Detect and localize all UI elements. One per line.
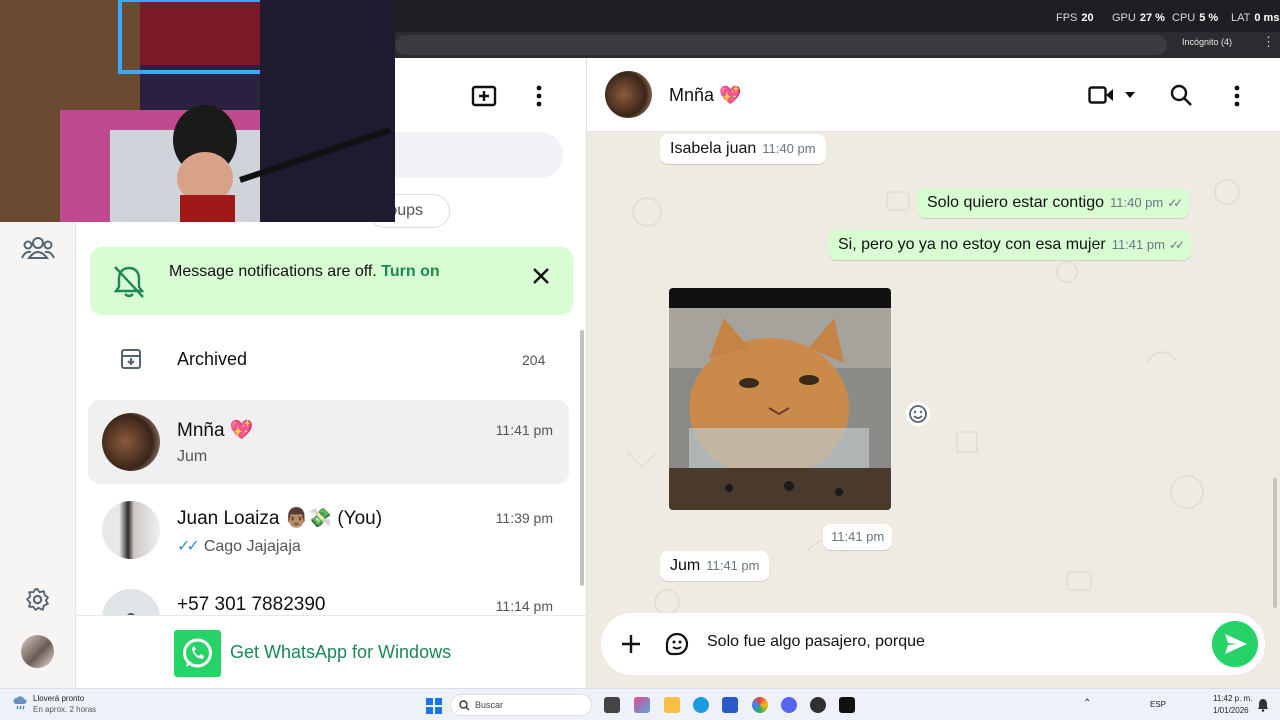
send-icon — [1225, 634, 1247, 654]
language-indicator[interactable]: ESP — [1150, 700, 1166, 709]
obs-icon[interactable] — [810, 697, 826, 713]
send-button[interactable] — [1212, 621, 1258, 667]
chrome-icon[interactable] — [752, 697, 768, 713]
archive-icon — [121, 349, 141, 369]
message-out[interactable]: Si, pero yo ya no estoy con esa mujer 11:… — [828, 230, 1192, 260]
message-in[interactable]: Jum 11:41 pm — [660, 551, 770, 581]
chevron-down-icon[interactable] — [1125, 92, 1135, 98]
lat-stat: LAT 0 ms — [1231, 12, 1280, 24]
taskbar-search-placeholder: Buscar — [475, 700, 504, 710]
contact-avatar[interactable] — [605, 71, 652, 118]
new-chat-icon[interactable] — [471, 83, 497, 107]
webcam-overlay — [0, 0, 395, 222]
notification-banner: Message notifications are off. Turn on — [90, 247, 573, 315]
chat-time: 11:41 pm — [495, 422, 553, 438]
get-whatsapp-label: Get WhatsApp for Windows — [230, 642, 452, 662]
settings-gear-icon[interactable] — [25, 587, 50, 612]
bell-off-icon — [113, 266, 145, 298]
chat-preview: Jum — [177, 448, 208, 465]
delivered-ticks-icon: ✓✓ — [1168, 238, 1185, 252]
windows-taskbar: Lloverá pronto En aprox. 2 horas Buscar … — [0, 688, 1280, 720]
task-view-icon[interactable] — [604, 697, 620, 713]
read-ticks-icon: ✓✓ — [177, 538, 200, 555]
chat-time: 11:39 pm — [495, 510, 553, 526]
attach-plus-icon[interactable] — [621, 634, 641, 654]
chat-preview: ✓✓ Cago Jajajaja — [177, 538, 301, 555]
copilot-icon[interactable] — [634, 697, 650, 713]
turn-on-link[interactable]: Turn on — [381, 263, 439, 280]
weather-subtitle: En aprox. 2 horas — [33, 705, 97, 714]
composer-text[interactable]: Solo fue algo pasajero, porque — [707, 633, 925, 651]
chat-time: 11:14 pm — [495, 598, 553, 614]
taskbar-search[interactable]: Buscar — [450, 694, 592, 716]
avatar — [102, 413, 160, 471]
archived-row[interactable]: Archived 204 — [76, 328, 586, 390]
cat-sticker[interactable] — [669, 288, 891, 510]
message-out[interactable]: Solo quiero estar contigo 11:40 pm ✓✓ — [917, 188, 1190, 218]
chat-row-mnna[interactable]: Mnña 💖 11:41 pm Jum — [88, 400, 569, 484]
tray-chevron-up-icon[interactable]: ⌃ — [1083, 698, 1091, 709]
notification-bell-icon[interactable] — [1257, 698, 1269, 712]
chat-name: Juan Loaiza 👨🏽💸 (You) — [177, 508, 383, 529]
communities-icon[interactable] — [21, 236, 55, 260]
store-icon[interactable] — [722, 697, 738, 713]
conversation-header: Mnña 💖 — [587, 58, 1280, 132]
sticker-icon[interactable] — [664, 631, 690, 657]
tiktok-icon[interactable] — [839, 697, 855, 713]
discord-icon[interactable] — [781, 697, 797, 713]
whatsapp-logo-icon — [174, 630, 221, 677]
notification-text: Message notifications are off. Turn on — [169, 263, 440, 280]
chat-list-scrollbar[interactable] — [580, 330, 584, 586]
sticker-timestamp: 11:41 pm — [823, 524, 893, 550]
react-emoji-icon[interactable] — [905, 401, 931, 427]
archived-label: Archived — [177, 349, 248, 369]
weather-title[interactable]: Lloverá pronto — [33, 694, 84, 703]
search-icon — [459, 700, 470, 711]
fps-stat: FPS 20 — [1056, 12, 1094, 24]
avatar — [102, 501, 160, 559]
edge-icon[interactable] — [693, 697, 709, 713]
message-composer: Solo fue algo pasajero, porque — [601, 613, 1265, 675]
chat-row-juan[interactable]: Juan Loaiza 👨🏽💸 (You) 11:39 pm ✓✓ Cago Ja… — [88, 488, 569, 572]
browser-menu-icon[interactable]: ⋮ — [1262, 34, 1275, 50]
address-field[interactable] — [395, 35, 1167, 55]
clock-time[interactable]: 11:42 p. m. — [1213, 694, 1252, 703]
chat-name: +57 301 7882390 — [177, 594, 326, 615]
conversation-scrollbar[interactable] — [1273, 478, 1277, 608]
gpu-stat: GPU 27 % — [1112, 12, 1165, 24]
cpu-stat: CPU 5 % — [1172, 12, 1219, 24]
search-icon[interactable] — [1170, 84, 1192, 106]
conversation-menu-icon[interactable] — [1233, 85, 1241, 107]
windows-start-icon[interactable] — [426, 698, 442, 714]
clock-date[interactable]: 1/01/2026 — [1213, 706, 1249, 715]
delivered-ticks-icon: ✓✓ — [1167, 196, 1183, 210]
conversation-panel: Mnña 💖 Isabela juan 11:40 pm Solo quiero … — [587, 58, 1280, 688]
message-in[interactable]: Isabela juan 11:40 pm — [660, 134, 826, 164]
browser-address-bar — [395, 32, 1280, 58]
weather-rain-icon — [13, 696, 27, 710]
incognito-indicator[interactable]: Incógnito (4) — [1182, 37, 1232, 47]
contact-name[interactable]: Mnña 💖 — [669, 85, 741, 106]
file-explorer-icon[interactable] — [664, 697, 680, 713]
close-icon[interactable] — [532, 267, 550, 285]
profile-avatar[interactable] — [21, 635, 54, 668]
list-menu-icon[interactable] — [535, 85, 543, 107]
archived-count: 204 — [522, 352, 546, 368]
get-whatsapp-banner[interactable]: Get WhatsApp for Windows — [76, 615, 586, 688]
video-call-icon[interactable] — [1088, 86, 1114, 104]
chat-name: Mnña 💖 — [177, 420, 254, 441]
